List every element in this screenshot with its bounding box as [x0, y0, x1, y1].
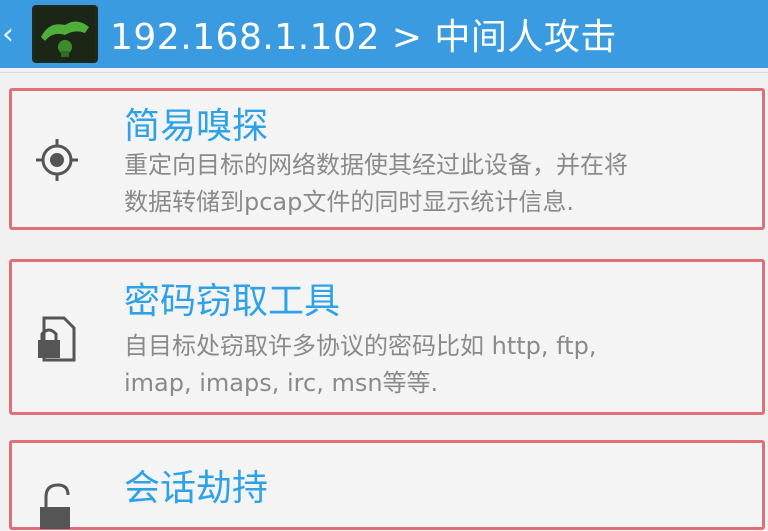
item-description: 自目标处窃取许多协议的密码比如 http, ftp, imap, imaps, …	[124, 328, 764, 402]
item-description-line: 重定向目标的网络数据使其经过此设备，并在将	[124, 151, 628, 179]
item-title: 密码窃取工具	[124, 281, 341, 322]
item-description-line: imap, imaps, irc, msn等等.	[124, 369, 439, 397]
page-title: 192.168.1.102 > 中间人攻击	[110, 17, 617, 58]
mitm-options-list: 简易嗅探 重定向目标的网络数据使其经过此设备，并在将 数据转储到pcap文件的同…	[0, 68, 768, 530]
locked-file-icon	[32, 314, 82, 364]
item-description: 重定向目标的网络数据使其经过此设备，并在将 数据转储到pcap文件的同时显示统计…	[124, 147, 764, 221]
crosshair-icon	[32, 135, 82, 185]
item-description-line: 数据转储到pcap文件的同时显示统计信息.	[124, 188, 574, 216]
list-item-simple-sniff[interactable]: 简易嗅探 重定向目标的网络数据使其经过此设备，并在将 数据转储到pcap文件的同…	[9, 88, 765, 230]
divider	[0, 72, 768, 73]
unlock-icon	[32, 481, 82, 531]
item-title: 会话劫持	[124, 468, 269, 509]
item-description-line: 自目标处窃取许多协议的密码比如 http, ftp,	[124, 332, 597, 360]
list-item-session-hijack[interactable]: 会话劫持	[9, 440, 765, 530]
item-title: 简易嗅探	[124, 106, 269, 147]
app-logo-icon[interactable]	[32, 5, 98, 63]
app-bar: ‹ 192.168.1.102 > 中间人攻击	[0, 0, 768, 68]
back-icon[interactable]: ‹	[2, 17, 32, 52]
list-item-password-sniffer[interactable]: 密码窃取工具 自目标处窃取许多协议的密码比如 http, ftp, imap, …	[9, 259, 765, 415]
